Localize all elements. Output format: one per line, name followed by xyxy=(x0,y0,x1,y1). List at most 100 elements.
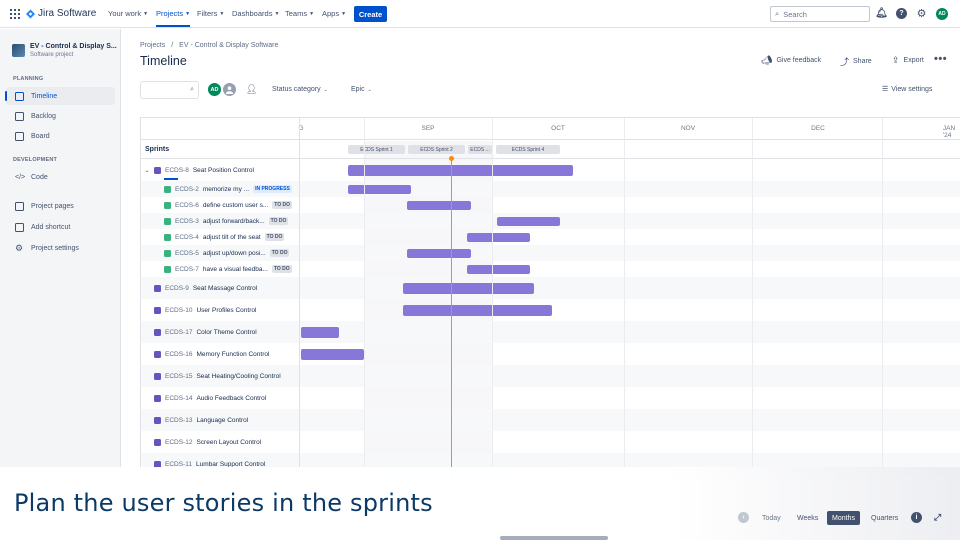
timeline-bar[interactable] xyxy=(467,232,530,242)
sidebar-item-label: Project settings xyxy=(31,244,79,252)
zoom-today-button[interactable]: Today xyxy=(757,511,786,525)
app-switcher-icon[interactable] xyxy=(10,9,20,19)
backlog-icon xyxy=(15,111,24,121)
sidebar-item-backlog[interactable]: Backlog xyxy=(6,107,115,125)
sprint-pill[interactable]: ECDS Sprint 4 xyxy=(496,145,560,154)
nav-label: Filters xyxy=(197,9,218,18)
jira-logo[interactable]: Jira Software xyxy=(26,8,96,19)
breadcrumb-project[interactable]: EV - Control & Display Software xyxy=(179,42,278,49)
timeline-bar[interactable] xyxy=(467,264,530,274)
nav-apps[interactable]: Apps ▼ xyxy=(322,9,346,18)
sprint-pill[interactable]: ECDS Sprint 1 xyxy=(348,145,405,154)
sidebar-item-label: Code xyxy=(31,173,48,181)
top-navigation: Jira Software Your work ▼ Projects ▼ Filte… xyxy=(0,0,960,28)
code-icon: </> xyxy=(15,173,26,181)
month-gridline xyxy=(624,118,625,477)
notifications-icon[interactable]: 🔔︎ xyxy=(875,8,888,19)
today-marker xyxy=(451,158,452,477)
month-label: SEP xyxy=(421,125,435,132)
nav-dashboards[interactable]: Dashboards ▼ xyxy=(232,9,279,18)
zoom-quarters-button[interactable]: Quarters xyxy=(866,511,903,525)
assignee-avatar-ad[interactable]: AD xyxy=(207,82,222,97)
zoom-months-button[interactable]: Months xyxy=(827,511,860,525)
timeline-bar[interactable] xyxy=(348,165,573,176)
sidebar-item-project-pages[interactable]: Project pages xyxy=(6,197,115,215)
sidebar-item-label: Board xyxy=(31,132,50,140)
settings-gear-icon: ⚙ xyxy=(15,242,24,253)
horizontal-scrollbar[interactable] xyxy=(500,536,608,540)
status-category-label: Status category xyxy=(272,86,321,93)
nav-label: Projects xyxy=(156,9,184,18)
page-icon xyxy=(15,201,24,211)
project-sidebar: EV - Control & Display S... Software pro… xyxy=(0,29,121,540)
zoom-weeks-button[interactable]: Weeks xyxy=(792,511,823,525)
month-gridline xyxy=(752,118,753,477)
project-name: EV - Control & Display S... xyxy=(30,43,117,50)
epic-filter[interactable]: Epic ⌄ xyxy=(351,86,372,93)
give-feedback-label: Give feedback xyxy=(776,57,822,64)
timeline-bar[interactable] xyxy=(301,348,364,360)
month-label: DEC xyxy=(811,125,825,132)
nav-filters[interactable]: Filters ▼ xyxy=(197,9,224,18)
nav-label: Apps xyxy=(322,9,340,18)
sidebar-item-label: Add shortcut xyxy=(31,223,71,231)
share-button[interactable]: ⤴ Share xyxy=(840,55,872,68)
more-actions-icon[interactable]: ••• xyxy=(934,53,947,65)
chevron-down-icon: ▼ xyxy=(341,10,347,17)
sidebar-item-add-shortcut[interactable]: Add shortcut xyxy=(6,218,115,236)
nav-teams[interactable]: Teams ▼ xyxy=(285,9,314,18)
settings-gear-icon[interactable]: ⚙ xyxy=(916,8,927,20)
sidebar-item-code[interactable]: </> Code xyxy=(6,168,115,186)
search-input[interactable]: ⌕ Search xyxy=(770,6,870,22)
month-label: JAN '24 xyxy=(942,125,956,139)
board-icon xyxy=(15,131,24,141)
timeline-bar[interactable] xyxy=(403,304,552,316)
timeline-search-input[interactable]: ⌕ xyxy=(140,81,199,99)
give-feedback-button[interactable]: 📣︎ Give feedback xyxy=(761,55,821,66)
sidebar-item-project-settings[interactable]: ⚙ Project settings xyxy=(6,239,115,257)
chevron-down-icon: ▼ xyxy=(185,10,191,17)
export-button[interactable]: ⇪ Export xyxy=(892,55,924,66)
sprint-pill[interactable]: ECDS Sprint 2 xyxy=(408,145,465,154)
share-icon: ⤴ xyxy=(840,57,850,67)
month-gridline xyxy=(492,118,493,477)
timeline-icon xyxy=(15,91,24,101)
create-button[interactable]: Create xyxy=(354,6,387,22)
timeline-grid: G SEP OCT NOV DEC JAN '24 Sprints ECDS Sprint… xyxy=(140,117,960,477)
status-category-filter[interactable]: Status category ⌄ xyxy=(272,86,328,93)
assignee-avatar-unassigned[interactable] xyxy=(222,82,237,97)
sidebar-item-board[interactable]: Board xyxy=(6,127,115,145)
breadcrumb-projects[interactable]: Projects xyxy=(140,42,165,49)
timeline-bar[interactable] xyxy=(407,200,471,210)
timeline-bar[interactable] xyxy=(301,326,339,338)
add-people-icon[interactable]: 👤︎ xyxy=(246,84,257,95)
project-header[interactable]: EV - Control & Display S... Software pro… xyxy=(12,43,117,58)
megaphone-icon: 📣︎ xyxy=(761,55,773,65)
timeline-bar[interactable] xyxy=(407,248,471,258)
settings-sliders-icon: ☰ xyxy=(882,86,889,93)
add-shortcut-icon xyxy=(15,222,24,232)
product-name: Jira Software xyxy=(38,8,97,19)
timeline-bar[interactable] xyxy=(348,184,411,194)
timeline-bar[interactable] xyxy=(403,282,534,294)
info-icon[interactable]: i xyxy=(911,512,922,523)
nav-your-work[interactable]: Your work ▼ xyxy=(108,9,148,18)
help-icon[interactable]: ? xyxy=(896,8,907,19)
video-caption: Plan the user stories in the sprints xyxy=(14,489,433,517)
user-avatar[interactable]: AD xyxy=(936,8,948,20)
chevron-down-icon: ▼ xyxy=(309,10,315,17)
view-settings-label: View settings xyxy=(891,85,933,93)
timeline-bar[interactable] xyxy=(497,216,560,226)
today-nav-icon[interactable]: ‹ xyxy=(738,512,749,523)
export-icon: ⇪ xyxy=(892,55,900,65)
nav-projects[interactable]: Projects ▼ xyxy=(156,9,191,27)
sidebar-item-timeline[interactable]: Timeline xyxy=(5,87,115,105)
export-label: Export xyxy=(903,57,924,64)
month-label: OCT xyxy=(551,125,565,132)
sidebar-item-label: Project pages xyxy=(31,202,74,210)
share-label: Share xyxy=(853,58,872,65)
today-marker-dot xyxy=(449,156,454,161)
fullscreen-icon[interactable]: ⤢ xyxy=(932,512,943,523)
view-settings-button[interactable]: ☰ View settings xyxy=(882,85,933,94)
sprint-pill[interactable]: ECDS ... xyxy=(468,145,492,154)
